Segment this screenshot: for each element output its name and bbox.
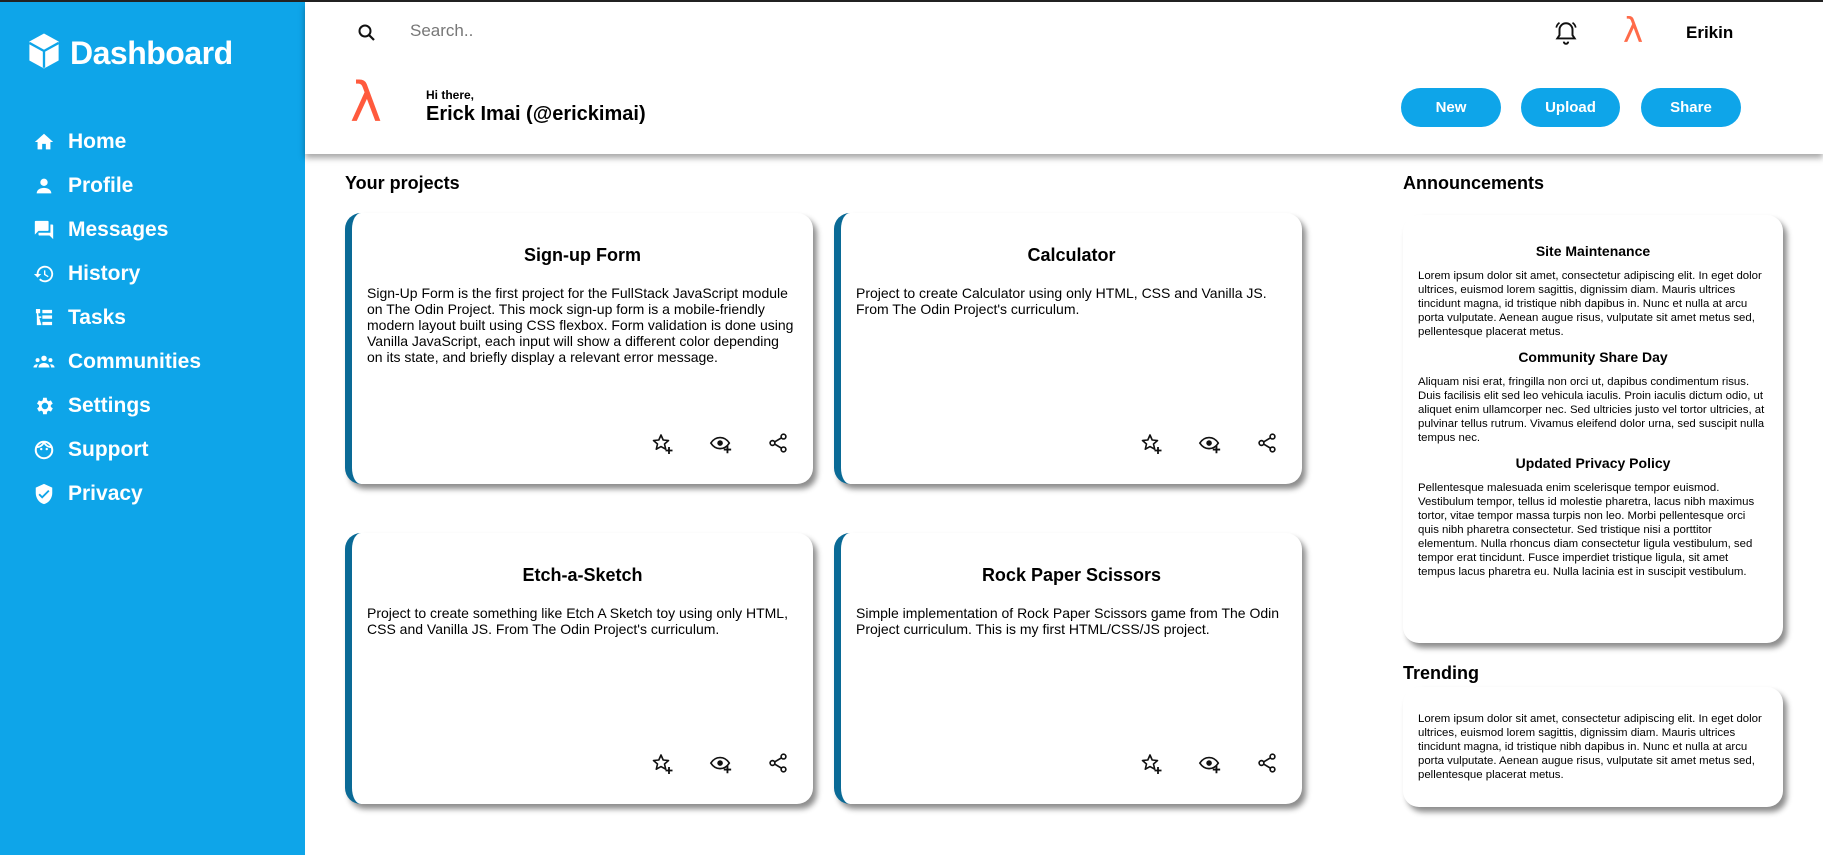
sidebar-item-label: Support: [68, 438, 149, 461]
project-description: Simple implementation of Rock Paper Scis…: [856, 605, 1280, 637]
sidebar-item-tasks[interactable]: Tasks: [32, 296, 201, 340]
share-icon[interactable]: [1256, 432, 1280, 456]
tasks-icon: [32, 306, 56, 330]
search-input[interactable]: [410, 14, 1010, 48]
home-icon: [32, 130, 56, 154]
share-icon[interactable]: [767, 752, 791, 776]
sidebar-item-label: Communities: [68, 350, 202, 373]
project-description: Project to create something like Etch A …: [367, 605, 788, 637]
sidebar-item-home[interactable]: Home: [32, 120, 201, 164]
project-title: Calculator: [1027, 245, 1116, 265]
user-full-name: Erick Imai (@erickimai): [426, 103, 646, 125]
announcement-body: Lorem ipsum dolor sit amet, consectetur …: [1418, 270, 1762, 338]
sidebar: Dashboard Home Profile Messages History …: [0, 2, 305, 855]
announcement-body: Pellentesque malesuada enim scelerisque …: [1418, 482, 1755, 578]
brand[interactable]: Dashboard: [26, 32, 233, 75]
announcement-title: Updated Privacy Policy: [1515, 455, 1671, 471]
greeting: Hi there,: [426, 88, 475, 102]
announcement-title: Community Share Day: [1518, 349, 1668, 365]
sidebar-item-label: Privacy: [68, 482, 143, 505]
trending-body: Lorem ipsum dolor sit amet, consectetur …: [1418, 713, 1762, 781]
communities-icon: [32, 350, 56, 374]
share-icon[interactable]: [1256, 752, 1280, 776]
announcement-title: Site Maintenance: [1535, 243, 1651, 259]
search-icon[interactable]: [355, 21, 379, 45]
project-description: Sign-Up Form is the first project for th…: [367, 285, 794, 365]
project-card[interactable]: Rock Paper Scissors Simple implementatio…: [834, 533, 1302, 804]
star-add-icon[interactable]: [651, 752, 675, 776]
username[interactable]: Erikin: [1686, 23, 1733, 43]
project-card[interactable]: Etch-a-Sketch Project to create somethin…: [345, 533, 813, 804]
project-title: Rock Paper Scissors: [981, 565, 1162, 585]
sidebar-item-label: Tasks: [68, 306, 126, 329]
watch-add-icon[interactable]: [1198, 432, 1222, 456]
sidebar-item-label: Profile: [68, 174, 134, 197]
messages-icon: [32, 218, 56, 242]
announcements-title: Announcements: [1403, 173, 1545, 193]
watch-add-icon[interactable]: [709, 432, 733, 456]
projects-title: Your projects: [345, 173, 460, 193]
star-add-icon[interactable]: [1140, 432, 1164, 456]
sidebar-item-label: Settings: [68, 394, 151, 417]
sidebar-item-settings[interactable]: Settings: [32, 384, 201, 428]
card-actions: [1140, 432, 1280, 456]
shield-icon: [32, 482, 56, 506]
profile-avatar: λ: [350, 71, 382, 134]
star-add-icon[interactable]: [1140, 752, 1164, 776]
bell-icon[interactable]: [1553, 20, 1579, 46]
watch-add-icon[interactable]: [709, 752, 733, 776]
sidebar-item-history[interactable]: History: [32, 252, 201, 296]
trending-title: Trending: [1403, 663, 1479, 683]
sidebar-nav: Home Profile Messages History Tasks Comm…: [32, 120, 201, 516]
card-actions: [651, 432, 791, 456]
project-card[interactable]: Calculator Project to create Calculator …: [834, 213, 1302, 484]
announcement-body: Aliquam nisi erat, fringilla non orci ut…: [1418, 376, 1765, 444]
avatar[interactable]: λ: [1623, 14, 1643, 48]
sidebar-item-label: Home: [68, 130, 127, 153]
project-title: Sign-up Form: [524, 245, 641, 265]
sidebar-item-label: History: [68, 262, 141, 285]
project-card[interactable]: Sign-up Form Sign-Up Form is the first p…: [345, 213, 813, 484]
card-actions: [1140, 752, 1280, 776]
sidebar-item-support[interactable]: Support: [32, 428, 201, 472]
star-add-icon[interactable]: [651, 432, 675, 456]
sidebar-item-profile[interactable]: Profile: [32, 164, 201, 208]
history-icon: [32, 262, 56, 286]
sidebar-item-privacy[interactable]: Privacy: [32, 472, 201, 516]
project-title: Etch-a-Sketch: [522, 565, 643, 585]
new-button[interactable]: New: [1401, 88, 1501, 127]
brand-title: Dashboard: [70, 35, 233, 71]
trending-panel: Lorem ipsum dolor sit amet, consectetur …: [1403, 687, 1783, 807]
sidebar-item-communities[interactable]: Communities: [32, 340, 201, 384]
gear-icon: [32, 394, 56, 418]
share-icon[interactable]: [767, 432, 791, 456]
card-actions: [651, 752, 791, 776]
upload-button[interactable]: Upload: [1521, 88, 1620, 127]
support-icon: [32, 438, 56, 462]
person-icon: [32, 174, 56, 198]
share-button[interactable]: Share: [1641, 88, 1741, 127]
announcements-panel: Site Maintenance Lorem ipsum dolor sit a…: [1403, 215, 1783, 643]
sidebar-item-label: Messages: [68, 218, 169, 241]
watch-add-icon[interactable]: [1198, 752, 1222, 776]
header: λ Erikin λ Hi there, Erick Imai (@ericki…: [305, 2, 1823, 154]
cube-logo-icon: [26, 32, 62, 75]
sidebar-item-messages[interactable]: Messages: [32, 208, 201, 252]
project-description: Project to create Calculator using only …: [856, 285, 1267, 317]
